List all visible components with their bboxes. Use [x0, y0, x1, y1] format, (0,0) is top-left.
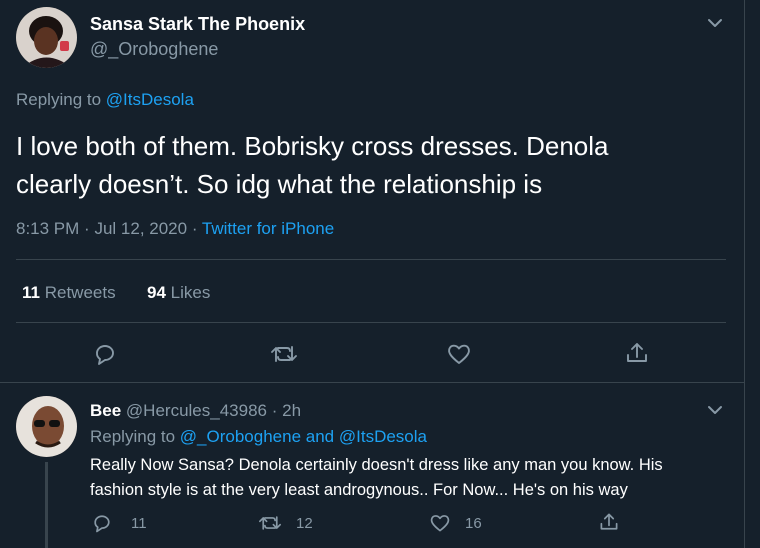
author-handle[interactable]: @_Oroboghene [90, 39, 218, 60]
likes-label: Likes [170, 283, 211, 302]
thread-line [45, 462, 48, 548]
replying-label: Replying to [90, 427, 176, 446]
tweet-text-line: clearly doesn’t. So idg what the relatio… [16, 169, 543, 199]
likes-stat[interactable]: 94 Likes [147, 283, 210, 303]
like-icon[interactable] [446, 341, 472, 367]
retweet-icon[interactable] [270, 341, 298, 367]
replying-to-link[interactable]: @_Oroboghene [180, 427, 301, 446]
reply-text-line: fashion style is at the very least andro… [90, 481, 628, 499]
reply-replying-to: Replying to @_Oroboghene and @ItsDesola [90, 427, 427, 447]
tweet-text: I love both of them. Bobrisky cross dres… [16, 127, 736, 203]
retweets-count: 11 [22, 283, 40, 302]
retweet-icon[interactable] [258, 512, 282, 534]
reply-separator: · [271, 401, 278, 420]
timeline-column: Sansa Stark The Phoenix @_Oroboghene Rep… [0, 0, 745, 548]
author-name[interactable]: Sansa Stark The Phoenix [90, 14, 305, 35]
tweet-meta: 8:13 PM · Jul 12, 2020 · Twitter for iPh… [16, 219, 334, 239]
replying-label: Replying to [16, 90, 102, 109]
reply-author-avatar[interactable] [16, 396, 77, 457]
tweet-text-line: I love both of them. Bobrisky cross dres… [16, 131, 609, 161]
share-icon[interactable] [598, 511, 620, 533]
reply-count: 11 [131, 514, 147, 532]
reply-age[interactable]: 2h [282, 401, 301, 420]
replying-to: Replying to @ItsDesola [16, 90, 194, 110]
reply-icon[interactable] [91, 512, 113, 534]
like-action[interactable]: 16 [429, 512, 482, 534]
retweet-action[interactable]: 12 [258, 512, 313, 534]
tweet-time[interactable]: 8:13 PM [16, 219, 79, 238]
reply-icon[interactable] [92, 341, 118, 367]
chevron-down-icon[interactable] [706, 401, 724, 419]
retweets-label: Retweets [44, 283, 116, 302]
chevron-down-icon[interactable] [706, 14, 724, 32]
divider [0, 382, 745, 383]
replying-to-link[interactable]: @ItsDesola [106, 90, 194, 109]
reply-action[interactable]: 11 [91, 512, 147, 534]
meta-separator: · [84, 219, 90, 238]
likes-count: 94 [147, 283, 166, 302]
reply-header: Bee @Hercules_43986 · 2h [90, 401, 301, 421]
reply-author-name[interactable]: Bee [90, 401, 121, 420]
replying-to-link[interactable]: @ItsDesola [339, 427, 427, 446]
share-icon[interactable] [624, 340, 650, 366]
author-avatar[interactable] [16, 7, 77, 68]
retweet-count: 12 [296, 514, 313, 532]
meta-separator: · [191, 219, 198, 238]
divider [16, 259, 726, 260]
replying-and[interactable]: and [306, 427, 334, 446]
like-count: 16 [465, 514, 482, 532]
tweet-source[interactable]: Twitter for iPhone [202, 219, 334, 238]
divider [16, 322, 726, 323]
reply-text: Really Now Sansa? Denola certainly doesn… [90, 453, 740, 503]
like-icon[interactable] [429, 512, 451, 534]
tweet-date[interactable]: Jul 12, 2020 [94, 219, 187, 238]
retweets-stat[interactable]: 11 Retweets [22, 283, 116, 303]
reply-text-line: Really Now Sansa? Denola certainly doesn… [90, 456, 663, 474]
reply-author-handle[interactable]: @Hercules_43986 [126, 401, 267, 420]
